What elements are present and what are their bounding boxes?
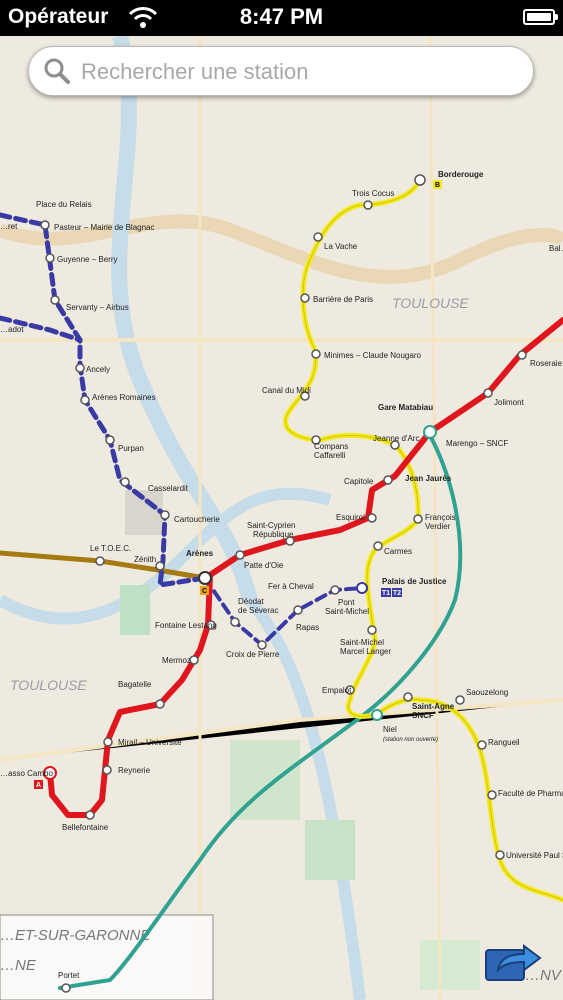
station-label: Servanty – Airbus [66,303,129,312]
station-label: Jolimont [494,398,525,407]
station-label: Carmes [384,547,412,556]
station-search-input[interactable] [79,53,523,91]
station-search-bar[interactable] [28,46,534,96]
station-label: Minimes – Claude Nougaro [324,351,421,360]
station-label: Guyenne – Berry [57,255,117,264]
station-label: Esquirol [336,513,365,522]
station-label: Bal… [549,244,563,253]
station-label: République [253,530,294,539]
station-label: Faculté de Pharmacie [498,789,563,798]
station-label: Verdier [425,522,451,531]
status-bar: Opérateur 8:47 PM [0,0,563,36]
badge-b: B [435,182,440,189]
station-label: Ancely [86,365,110,374]
station-label: de Séverac [238,606,278,615]
station-label: Fer à Cheval [268,582,314,591]
station-label: Palais de Justice [382,577,447,586]
station-note: (station non ouverte) [383,737,438,743]
station-label: Bellefontaine [62,823,109,832]
station-label: …adot [0,325,24,334]
station-label: Borderouge [438,170,484,179]
station-label: Saouzelong [466,688,508,697]
station-label: Caffarelli [314,451,346,460]
clock: 8:47 PM [239,4,324,29]
station-label: …asso Cambo [0,769,53,778]
station-label: Saint-Michel [340,638,384,647]
station-label: Mermoz [162,656,191,665]
station-label: Saint-Agne [412,702,455,711]
station-label: Mirail – Université [118,738,182,747]
station-label: Barrière de Paris [313,295,373,304]
badge-a: A [36,782,41,789]
station-label: Saint-Michel [325,607,369,616]
city-label-portet: …ET-SUR-GARONNE [0,927,151,944]
station-label: Niel [383,725,397,734]
station-label: Arènes [186,549,214,558]
station-label: Croix de Pierre [226,650,280,659]
metro-map[interactable]: TOULOUSE TOULOUSE …ET-SUR-GARONNE …NE …N… [0,36,563,1000]
city-label-ne: …NE [0,957,37,974]
station-label: Fontaine Lestang [155,621,217,630]
station-label: Jeanne d'Arc [373,434,419,443]
station-label: La Vache [324,242,358,251]
badge-c: C [202,588,207,595]
station-label: Zénith [134,555,156,564]
station-label: Place du Relais [36,200,92,209]
station-label: Bagatelle [118,680,152,689]
badge-t2: T2 [393,590,401,597]
station-label: Roseraie [530,359,563,368]
station-label: Casselardit [148,484,189,493]
station-label: Pasteur – Mairie de Blagnac [54,223,155,232]
station-label: Canal du Midi [262,386,311,395]
badge-t1: T1 [382,590,390,597]
share-button[interactable] [484,936,544,984]
station-label: Pont [338,598,355,607]
station-label: Saint-Cyprien [247,521,295,530]
station-label: SNCF [412,711,434,720]
station-label: Gare Matabiau [378,403,433,412]
station-label: François [425,513,456,522]
search-icon [44,58,70,84]
station-label: Compans [314,442,348,451]
station-label: Cartoucherie [174,515,220,524]
station-label: Rangueil [488,738,520,747]
station-label: Arènes Romaines [92,393,156,402]
station-label: Jean Jaurès [405,474,452,483]
station-label: Reynerie [118,766,151,775]
station-label: Déodat [238,597,265,606]
station-label: Marcel Langer [340,647,391,656]
city-label-toulouse-west: TOULOUSE [10,677,87,693]
city-label-toulouse-east: TOULOUSE [392,295,469,311]
station-label: Trois Cocus [352,189,394,198]
station-label: Portet [58,971,80,980]
station-label: Purpan [118,444,144,453]
station-label: Rapas [296,623,319,632]
station-label: Capitole [344,477,374,486]
station-label: Université Paul Sabatier [506,851,563,860]
station-label: Le T.O.E.C. [90,544,131,553]
battery-icon [523,9,558,25]
station-label: …ret [0,222,18,231]
station-label: Patte d'Oie [244,561,284,570]
station-label: Marengo – SNCF [446,439,508,448]
station-marker-borderouge [414,174,426,186]
station-label: Empalot [322,686,352,695]
